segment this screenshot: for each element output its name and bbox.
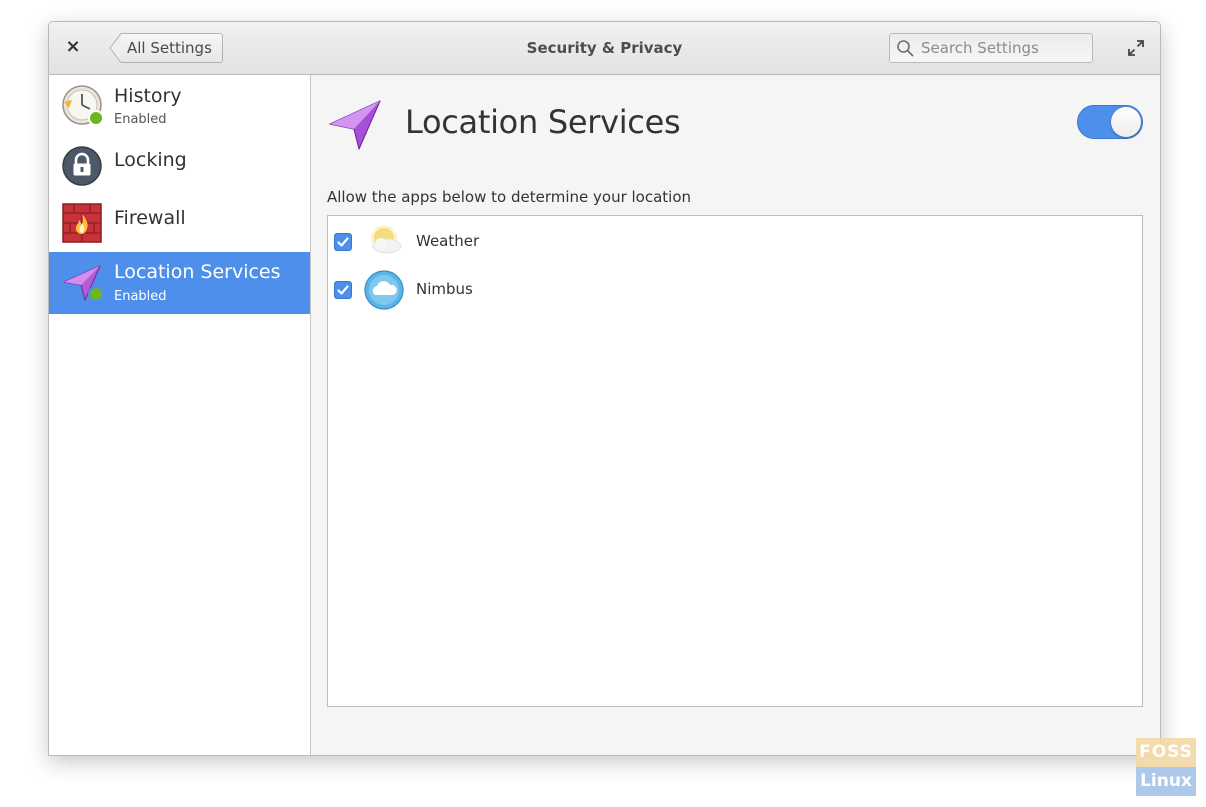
app-list: Weather Nimbus: [327, 215, 1143, 707]
sidebar-item-locking[interactable]: Locking: [49, 138, 310, 195]
nimbus-cloud-icon: [364, 270, 404, 310]
description-label: Allow the apps below to determine your l…: [327, 188, 692, 206]
status-enabled-dot: [88, 110, 104, 126]
main-panel: Location Services Allow the apps below t…: [311, 75, 1160, 755]
search-input[interactable]: [921, 37, 1086, 59]
sidebar-item-label: Firewall: [114, 207, 186, 229]
page-title: Location Services: [405, 103, 681, 141]
watermark-top-text: FOSS: [1136, 738, 1196, 767]
checkmark-icon: [337, 285, 349, 295]
weather-checkbox[interactable]: [334, 233, 352, 251]
sidebar-item-history[interactable]: History Enabled: [49, 75, 310, 138]
titlebar: × All Settings Security & Privacy: [49, 22, 1160, 75]
app-name: Nimbus: [416, 280, 473, 298]
checkmark-icon: [337, 237, 349, 247]
weather-icon: [371, 225, 402, 254]
sidebar-item-label: History: [114, 85, 182, 107]
app-name: Weather: [416, 232, 480, 250]
sidebar: History Enabled Locking Firewall Locatio…: [49, 75, 311, 755]
sidebar-item-location-services[interactable]: Location Services Enabled: [49, 252, 310, 314]
watermark-logo: FOSS Linux: [1136, 738, 1196, 796]
status-enabled-dot: [88, 286, 104, 302]
list-item-weather: Weather: [328, 218, 1142, 264]
list-item-nimbus: Nimbus: [328, 266, 1142, 312]
search-icon: [897, 40, 914, 57]
sidebar-item-label: Locking: [114, 149, 187, 171]
sidebar-item-sublabel: Enabled: [114, 289, 167, 304]
toggle-knob: [1111, 107, 1141, 137]
sidebar-item-label: Location Services: [114, 261, 281, 283]
search-box[interactable]: [889, 33, 1093, 63]
sidebar-item-firewall[interactable]: Firewall: [49, 195, 310, 252]
firewall-icon: [62, 203, 102, 243]
location-services-header-icon: [329, 100, 381, 150]
sidebar-item-sublabel: Enabled: [114, 112, 167, 127]
location-services-toggle[interactable]: [1077, 105, 1143, 139]
settings-window: × All Settings Security & Privacy Search…: [48, 21, 1161, 756]
nimbus-checkbox[interactable]: [334, 281, 352, 299]
maximize-icon[interactable]: [1126, 38, 1146, 58]
watermark-bottom-text: Linux: [1136, 767, 1196, 796]
lock-icon: [62, 146, 102, 186]
